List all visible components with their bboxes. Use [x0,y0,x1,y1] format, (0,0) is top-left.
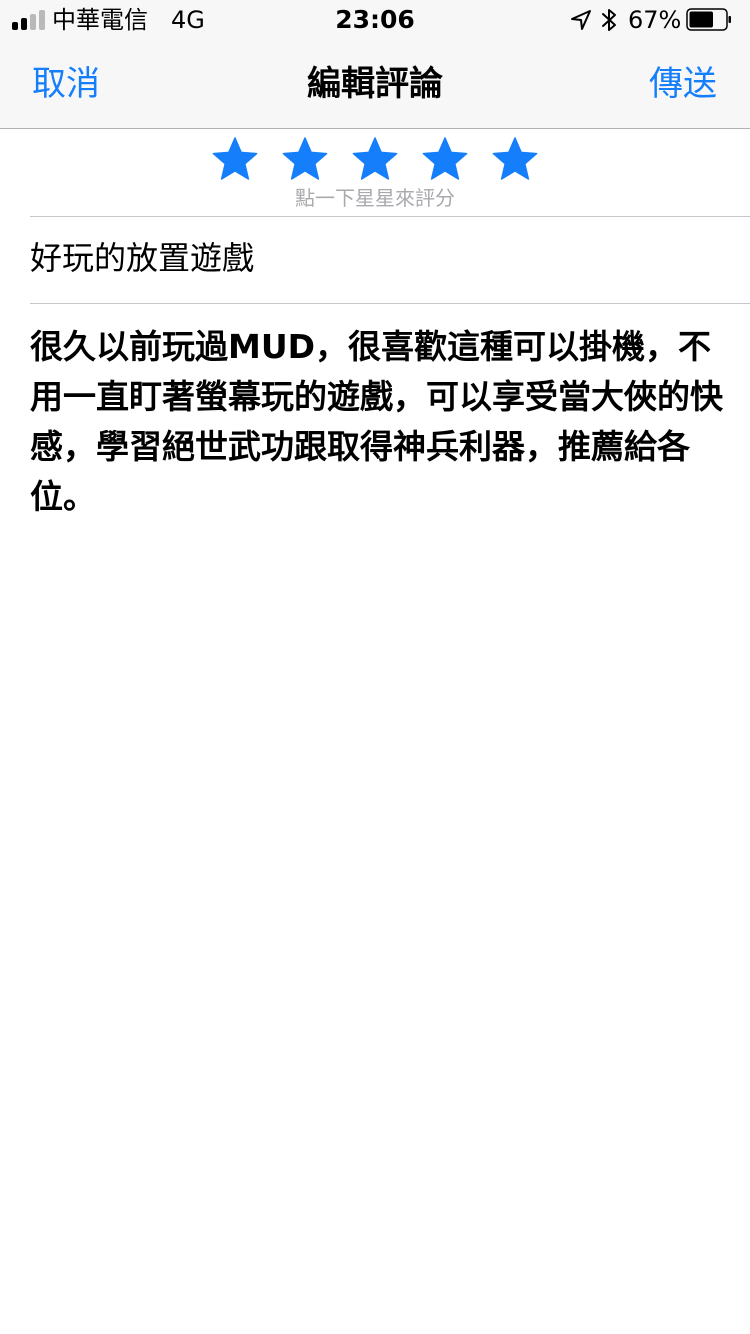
bluetooth-icon [600,7,618,33]
review-editor-screen: 中華電信 4G 23:06 67% 取消 編輯評論 傳送 點一下星星來評分 好玩… [0,0,750,1334]
star-icon[interactable] [352,136,398,182]
review-title-input[interactable]: 好玩的放置遊戲 [30,236,720,280]
review-body-input[interactable]: 很久以前玩過MUD，很喜歡這種可以掛機，不用一直盯著螢幕玩的遊戲，可以享受當大俠… [30,322,725,522]
star-icon[interactable] [212,136,258,182]
divider [30,216,750,217]
status-bar: 中華電信 4G 23:06 67% [0,0,750,40]
page-title: 編輯評論 [307,64,443,104]
star-icon[interactable] [492,136,538,182]
rating-hint: 點一下星星來評分 [295,186,455,210]
divider [30,303,750,304]
battery-percentage: 67% [628,6,682,34]
top-bar: 中華電信 4G 23:06 67% 取消 編輯評論 傳送 [0,0,750,129]
cancel-button[interactable]: 取消 [32,62,100,106]
battery-icon [686,8,732,31]
send-button[interactable]: 傳送 [649,62,717,106]
location-arrow-icon [570,9,592,31]
star-rating[interactable] [210,136,540,184]
star-icon[interactable] [422,136,468,182]
star-icon[interactable] [282,136,328,182]
